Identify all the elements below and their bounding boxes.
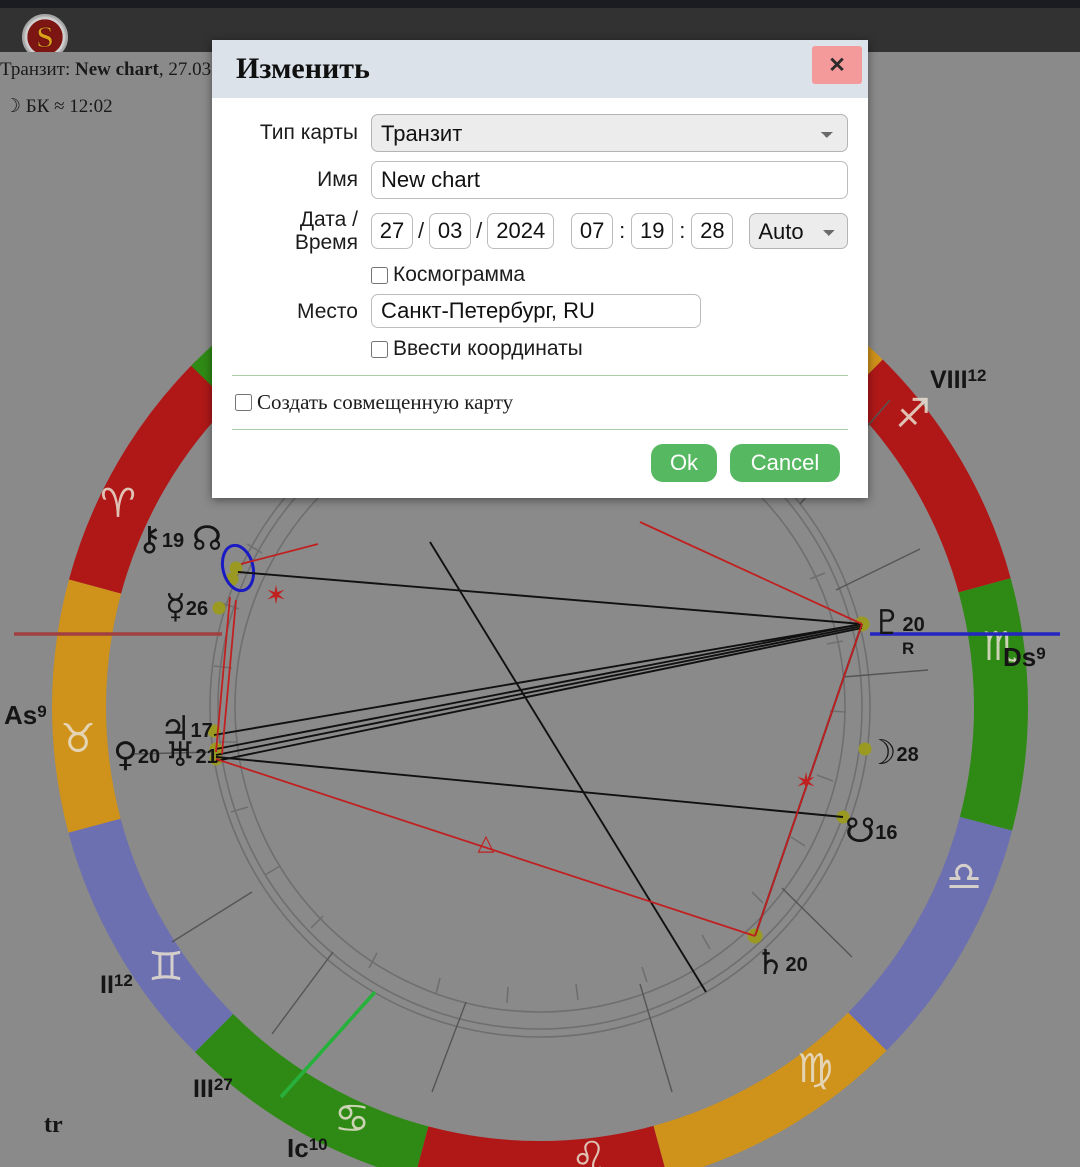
coords-label[interactable]: Ввести координаты <box>393 337 583 361</box>
coords-row: Ввести координаты <box>232 337 848 361</box>
house-label-iii[interactable]: III27 <box>193 1076 233 1102</box>
north-node-icon: ☊ <box>192 519 223 559</box>
date-separator-2: / <box>476 218 483 244</box>
house-label-as[interactable]: As9 <box>4 702 47 728</box>
house-cusp-lines <box>131 399 929 1093</box>
house-label-ds[interactable]: Ds9 <box>1003 644 1046 670</box>
sign-glyph-taurus: ♉ <box>60 716 96 762</box>
minute-input[interactable] <box>631 213 674 250</box>
datetime-label: Дата / Время <box>232 208 371 254</box>
merge-chart-row: Создать совмещенную карту <box>235 390 848 415</box>
saturn-icon: ♄ <box>755 943 786 983</box>
browser-strip <box>0 0 1080 8</box>
pluto-icon: ♇ <box>872 603 903 643</box>
sign-glyph-sagittarius: ♐ <box>895 391 931 437</box>
datetime-row: Дата / Время / / : : Auto <box>232 208 848 254</box>
dialog-header: Изменить ✕ <box>212 40 868 98</box>
planet-label-pluto[interactable]: ♇20 R <box>872 606 925 657</box>
pluto-retrograde-marker: R <box>902 639 915 658</box>
dialog-button-row: Ok Cancel <box>232 444 848 483</box>
app-logo-inner: S <box>25 17 65 57</box>
mercury-icon: ☿ <box>165 587 186 627</box>
hour-input[interactable] <box>571 213 614 250</box>
aspect-lines-major <box>213 541 863 993</box>
date-separator-1: / <box>418 218 425 244</box>
aspect-lines-minor <box>215 521 863 937</box>
close-icon[interactable]: ✕ <box>812 46 862 84</box>
cosmogram-checkbox[interactable] <box>371 266 388 284</box>
divider-bottom <box>232 429 848 431</box>
name-label: Имя <box>317 168 358 192</box>
time-separator-1: : <box>619 218 626 244</box>
name-input[interactable] <box>371 161 848 199</box>
aspect-trine-1: △ <box>478 831 495 856</box>
sign-glyph-gemini: ♊ <box>148 944 184 990</box>
moon-icon: ☽ <box>866 733 897 773</box>
merge-chart-label[interactable]: Создать совмещенную карту <box>257 390 513 415</box>
cosmogram-label[interactable]: Космограмма <box>393 263 525 287</box>
chart-type-label: Тип карты <box>259 121 358 145</box>
house-label-ic[interactable]: Ic10 <box>287 1135 328 1161</box>
app-logo-letter: S <box>36 18 54 54</box>
planet-label-south-node[interactable]: ☋16 <box>845 814 897 848</box>
chart-type-row: Тип карты Транзит <box>232 114 848 152</box>
planet-label-north-node[interactable]: ☊ <box>192 522 222 556</box>
sign-glyph-aries: ♈ <box>100 481 136 527</box>
coords-checkbox[interactable] <box>371 340 388 358</box>
app-root: S Транзит: New chart, 27.03.2 ☽ БК ≈ 12:… <box>0 0 1080 1167</box>
name-row: Имя <box>232 161 848 199</box>
sign-glyph-virgo: ♍ <box>797 1046 833 1092</box>
aspect-sextile-1: ✶ <box>265 581 287 611</box>
ic-axis-line <box>279 990 377 1099</box>
time-separator-2: : <box>679 218 686 244</box>
venus-icon: ♀ <box>113 735 138 775</box>
uranus-icon: ♅ <box>165 735 196 775</box>
planet-label-saturn[interactable]: ♄20 <box>755 946 808 980</box>
aspect-symbols: ✶ ✶ △ <box>265 581 817 856</box>
second-input[interactable] <box>691 213 734 250</box>
place-row: Место <box>232 294 848 329</box>
dialog-body: Тип карты Транзит Имя Дата / Время / / <box>212 98 868 483</box>
sign-glyph-leo: ♌ <box>571 1134 607 1167</box>
datetime-label-line1: Дата / <box>299 208 358 231</box>
cancel-button[interactable]: Cancel <box>730 444 840 483</box>
house-label-ii[interactable]: II12 <box>100 972 133 998</box>
planet-label-venus[interactable]: ♀20 <box>113 738 160 772</box>
sign-glyph-cancer: ♋ <box>334 1096 370 1142</box>
month-input[interactable] <box>429 213 472 250</box>
edit-chart-dialog[interactable]: Изменить ✕ Тип карты Транзит Имя Дата / … <box>212 40 868 498</box>
planet-label-mercury[interactable]: ☿26 <box>165 590 208 624</box>
ok-button[interactable]: Ok <box>651 444 717 483</box>
south-node-icon: ☋ <box>845 811 876 851</box>
aspect-sextile-2: ✶ <box>795 768 817 798</box>
place-input[interactable] <box>371 294 701 329</box>
planet-label-moon[interactable]: ☽28 <box>866 736 919 770</box>
dialog-title: Изменить <box>236 52 370 85</box>
chart-type-select[interactable]: Транзит <box>371 114 848 152</box>
merge-chart-checkbox[interactable] <box>235 394 252 412</box>
day-input[interactable] <box>371 213 413 250</box>
chiron-icon: ⚷ <box>137 519 162 559</box>
divider-top <box>232 375 848 377</box>
sign-glyph-libra: ♎ <box>946 854 982 900</box>
planet-label-uranus[interactable]: ♅21 <box>165 738 218 772</box>
place-label: Место <box>297 299 358 323</box>
planet-dot-mercury <box>212 601 226 615</box>
cosmogram-row: Космограмма <box>232 263 848 287</box>
house-label-viii[interactable]: VIII12 <box>930 367 986 393</box>
timezone-select[interactable]: Auto <box>749 213 848 250</box>
datetime-label-line2: Время <box>294 231 358 255</box>
planet-label-chiron[interactable]: ⚷19 <box>137 522 184 556</box>
year-input[interactable] <box>487 213 555 250</box>
